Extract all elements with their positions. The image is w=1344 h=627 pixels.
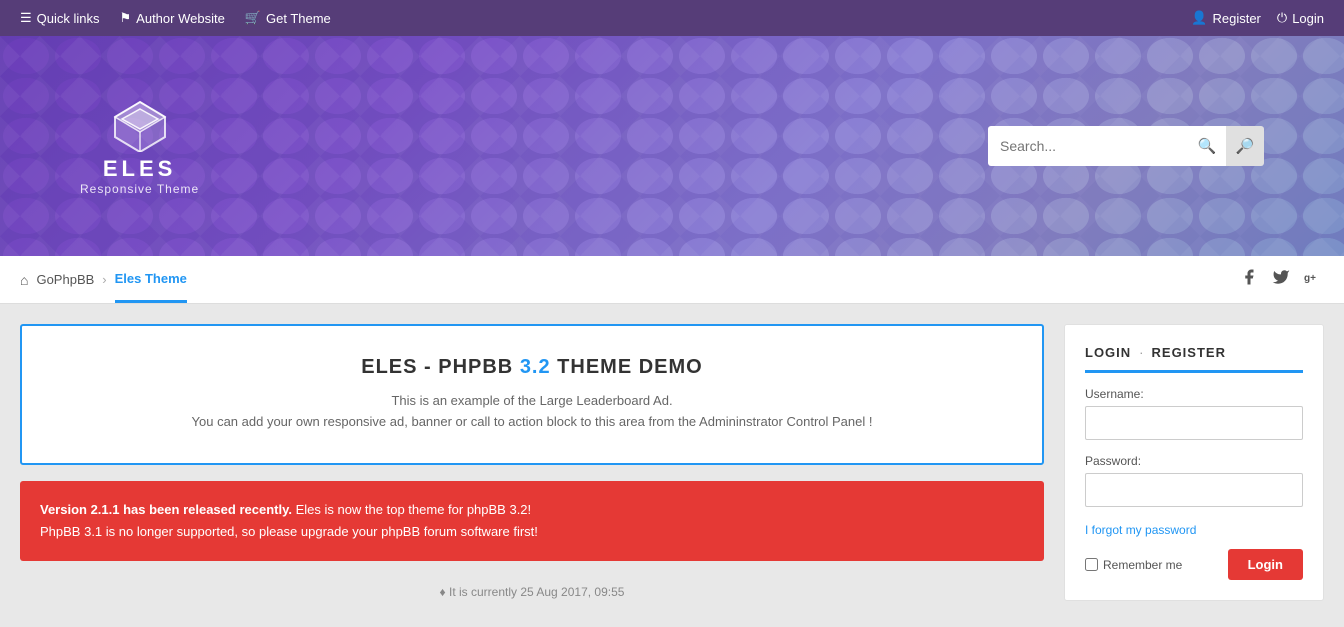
register-btn[interactable]: 👤 Register (1191, 10, 1261, 26)
ad-title-after: THEME DEMO (551, 356, 703, 378)
quick-links-label: Quick links (37, 11, 100, 26)
author-website-label: Author Website (136, 11, 225, 26)
ad-block: ELES - PHPBB 3.2 THEME DEMO This is an e… (20, 324, 1044, 465)
site-logo: ELES Responsive Theme (80, 97, 199, 196)
notice-block: Version 2.1.1 has been released recently… (20, 481, 1044, 561)
ad-title-highlight: 3.2 (520, 356, 551, 378)
top-nav-left: ☰ Quick links ⚑ Author Website 🛒 Get The… (20, 10, 331, 26)
forgot-password-link[interactable]: I forgot my password (1085, 523, 1196, 537)
username-input[interactable] (1085, 406, 1303, 440)
search-icon: 🔍 (1198, 137, 1217, 155)
login-btn-nav[interactable]: ⏻ Login (1277, 10, 1324, 26)
power-icon: ⏻ (1277, 10, 1287, 26)
logo-icon (110, 97, 170, 152)
top-navigation: ☰ Quick links ⚑ Author Website 🛒 Get The… (0, 0, 1344, 36)
login-widget-header: LOGIN · REGISTER (1085, 345, 1303, 373)
top-nav-right: 👤 Register ⏻ Login (1191, 10, 1324, 26)
bookmark-icon: ⚑ (120, 10, 132, 26)
remember-row: Remember me Login (1085, 549, 1303, 580)
breadcrumb: ⌂ GoPhpBB › Eles Theme (20, 257, 187, 303)
search-bar: 🔍 🔎 (988, 126, 1264, 166)
notice-text1: Eles is now the top theme for phpBB 3.2! (292, 502, 531, 517)
search-button[interactable]: 🔍 (1188, 126, 1226, 166)
login-widget: LOGIN · REGISTER Username: Password: I f… (1064, 324, 1324, 601)
facebook-link[interactable] (1240, 268, 1258, 291)
breadcrumb-home[interactable]: GoPhpBB (36, 272, 94, 287)
forgot-password-link-wrap: I forgot my password (1085, 521, 1303, 539)
googleplus-link[interactable]: g+ (1304, 268, 1324, 291)
breadcrumb-separator: › (102, 272, 106, 287)
author-website-btn[interactable]: ⚑ Author Website (120, 10, 225, 26)
password-group: Password: (1085, 454, 1303, 507)
username-group: Username: (1085, 387, 1303, 440)
breadcrumb-active: Eles Theme (115, 257, 187, 303)
password-input[interactable] (1085, 473, 1303, 507)
logo-text: ELES (103, 156, 176, 182)
advanced-search-button[interactable]: 🔎 (1226, 126, 1264, 166)
remember-me-label: Remember me (1085, 558, 1182, 572)
ad-title-before: ELES - PHPBB (361, 356, 520, 378)
register-icon: 👤 (1191, 10, 1207, 26)
footer-note: ♦ It is currently 25 Aug 2017, 09:55 (20, 577, 1044, 607)
twitter-link[interactable] (1272, 268, 1290, 291)
login-title: LOGIN (1085, 345, 1131, 360)
register-label: Register (1212, 11, 1260, 26)
notice-bold: Version 2.1.1 has been released recently… (40, 502, 292, 517)
login-separator: · (1139, 345, 1143, 360)
footer-note-text: ♦ It is currently 25 Aug 2017, 09:55 (440, 585, 625, 599)
username-label: Username: (1085, 387, 1303, 401)
password-label: Password: (1085, 454, 1303, 468)
sidebar: LOGIN · REGISTER Username: Password: I f… (1064, 324, 1324, 607)
ad-desc: This is an example of the Large Leaderbo… (42, 391, 1022, 433)
home-icon: ⌂ (20, 272, 28, 288)
main-wrapper: ELES - PHPBB 3.2 THEME DEMO This is an e… (0, 304, 1344, 627)
remember-me-text: Remember me (1103, 558, 1182, 572)
ad-title: ELES - PHPBB 3.2 THEME DEMO (42, 356, 1022, 379)
notice-text2: PhpBB 3.1 is no longer supported, so ple… (40, 521, 1024, 543)
notice-text: Version 2.1.1 has been released recently… (40, 499, 1024, 521)
main-content: ELES - PHPBB 3.2 THEME DEMO This is an e… (20, 324, 1044, 607)
ad-desc-line2: You can add your own responsive ad, bann… (42, 412, 1022, 433)
login-label-nav: Login (1292, 11, 1324, 26)
logo-subtitle: Responsive Theme (80, 182, 199, 196)
menu-icon: ☰ (20, 10, 32, 26)
search-input[interactable] (988, 126, 1188, 166)
cart-icon: 🛒 (245, 10, 261, 26)
remember-me-checkbox[interactable] (1085, 558, 1098, 571)
login-submit-button[interactable]: Login (1228, 549, 1303, 580)
quick-links-btn[interactable]: ☰ Quick links (20, 10, 100, 26)
breadcrumb-bar: ⌂ GoPhpBB › Eles Theme g+ (0, 256, 1344, 304)
get-theme-label: Get Theme (266, 11, 331, 26)
get-theme-btn[interactable]: 🛒 Get Theme (245, 10, 331, 26)
svg-text:g+: g+ (1304, 273, 1316, 284)
register-title: REGISTER (1152, 345, 1226, 360)
social-links: g+ (1240, 268, 1324, 291)
hero-header: ELES Responsive Theme 🔍 🔎 (0, 36, 1344, 256)
advanced-search-icon: 🔎 (1236, 137, 1255, 155)
ad-desc-line1: This is an example of the Large Leaderbo… (42, 391, 1022, 412)
